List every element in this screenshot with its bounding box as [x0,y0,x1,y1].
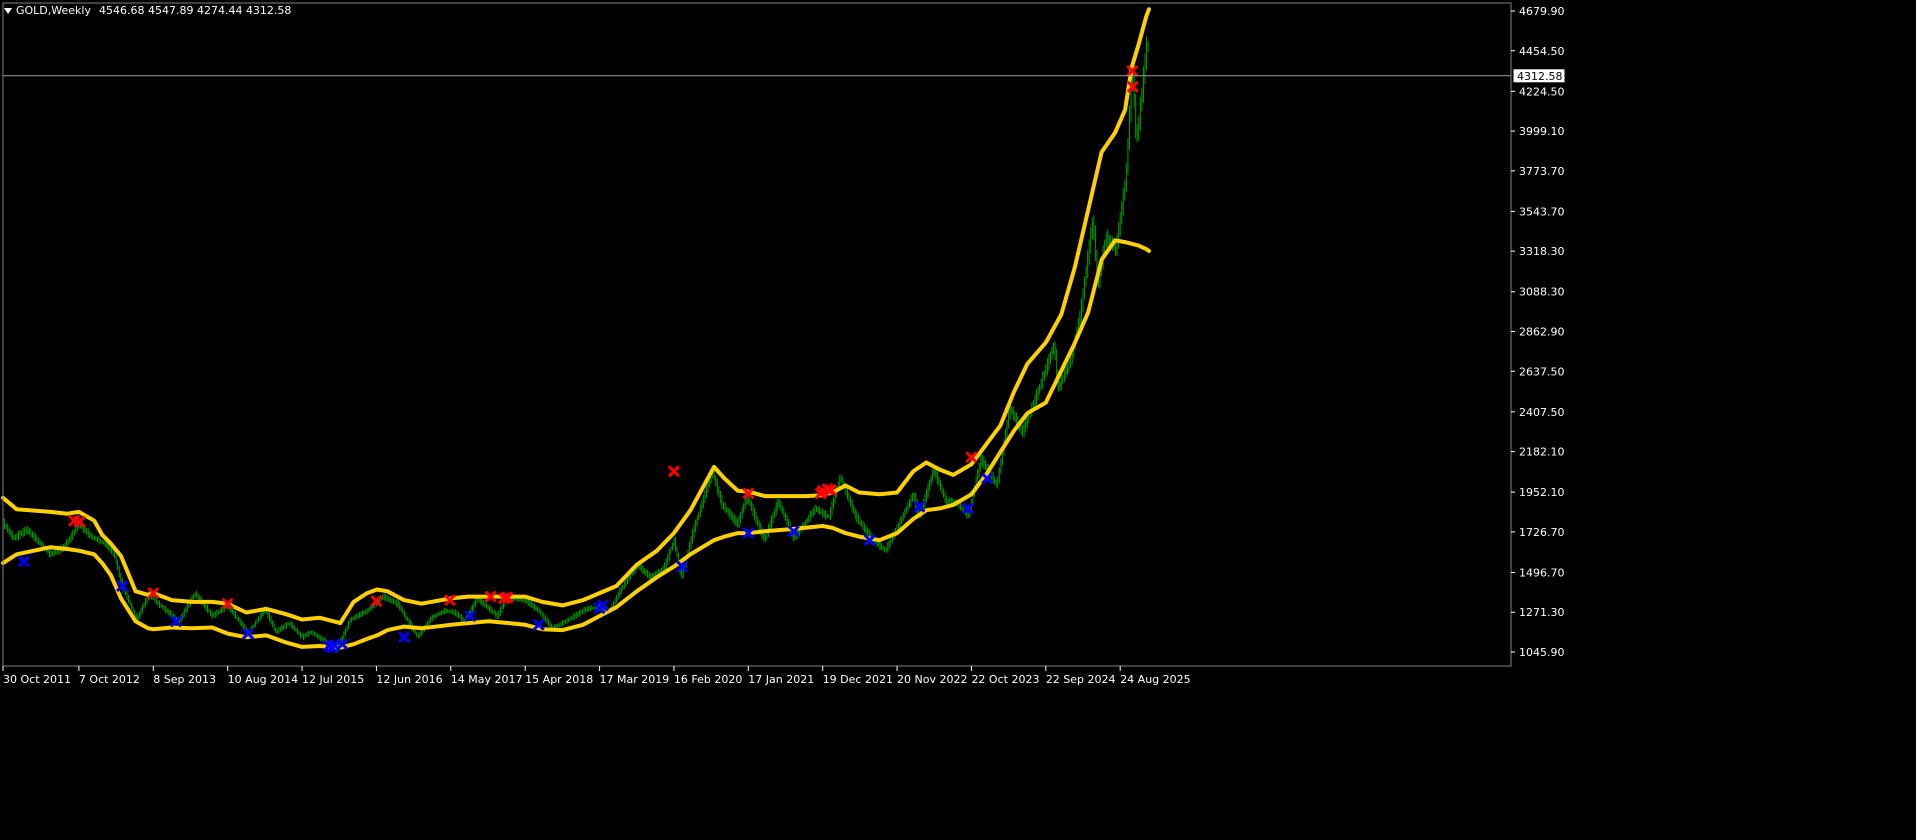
upper-band-line [1,7,1151,626]
plot-frame [2,2,1512,667]
x-tick-label: 22 Oct 2023 [971,673,1039,686]
time-axis[interactable]: 30 Oct 2011 7 Oct 2012 8 Sep 2013 10 Aug 20… [2,666,1191,686]
bands-layer [1,7,1151,650]
buy-marker [398,631,411,644]
y-tick-label: 1496.70 [1519,566,1565,579]
x-tick-label: 12 Jul 2015 [302,673,364,686]
y-tick-label: 3999.10 [1519,125,1565,138]
current-price-tag: 4312.58 [1512,68,1566,84]
y-tick-label: 4679.90 [1519,5,1565,18]
y-tick-label: 1271.30 [1519,606,1565,619]
x-tick-label: 10 Aug 2014 [228,673,298,686]
x-tick-label: 16 Feb 2020 [674,673,742,686]
symbol-timeframe: GOLD,Weekly [16,4,91,17]
y-tick-label: 4224.50 [1519,85,1565,98]
y-tick-label: 2182.10 [1519,446,1565,459]
y-tick-label: 3318.30 [1519,245,1565,258]
sell-marker [667,465,680,478]
ohlc-values: 4546.68 4547.89 4274.44 4312.58 [98,4,292,17]
x-tick-label: 15 Apr 2018 [525,673,593,686]
x-tick-label: 14 May 2017 [451,673,523,686]
y-tick-label: 3088.30 [1519,286,1565,299]
price-chart[interactable]: 4679.90 4454.50 4224.50 3999.10 3773.70 3543.… [0,0,1916,840]
x-tick-label: 20 Nov 2022 [897,673,967,686]
chart-header[interactable]: GOLD,Weekly 4546.68 4547.89 4274.44 4312.… [4,4,291,17]
x-tick-label: 19 Dec 2021 [823,673,893,686]
y-tick-label: 1045.90 [1519,646,1565,659]
y-tick-label: 2862.90 [1519,326,1565,339]
x-tick-label: 30 Oct 2011 [3,673,71,686]
signal-markers-layer [17,64,1139,654]
price-bars-layer [2,36,1149,652]
x-tick-label: 17 Mar 2019 [600,673,670,686]
lower-band-line [1,238,1151,650]
y-tick-label: 2407.50 [1519,406,1565,419]
y-tick-label: 1952.10 [1519,486,1565,499]
price-axis[interactable]: 4679.90 4454.50 4224.50 3999.10 3773.70 3543.… [2,2,1565,667]
x-tick-label: 12 Jun 2016 [376,673,442,686]
dropdown-triangle-icon[interactable] [4,8,12,14]
x-tick-label: 22 Sep 2024 [1046,673,1116,686]
y-tick-label: 1726.70 [1519,526,1565,539]
y-tick-label: 3543.70 [1519,205,1565,218]
x-tick-label: 17 Jan 2021 [748,673,814,686]
x-tick-label: 7 Oct 2012 [79,673,140,686]
y-tick-label: 4454.50 [1519,45,1565,58]
x-tick-label: 24 Aug 2025 [1120,673,1190,686]
current-price-label: 4312.58 [1517,70,1563,83]
buy-marker [17,555,30,568]
y-tick-label: 2637.50 [1519,365,1565,378]
x-tick-label: 8 Sep 2013 [153,673,216,686]
y-tick-label: 3773.70 [1519,165,1565,178]
